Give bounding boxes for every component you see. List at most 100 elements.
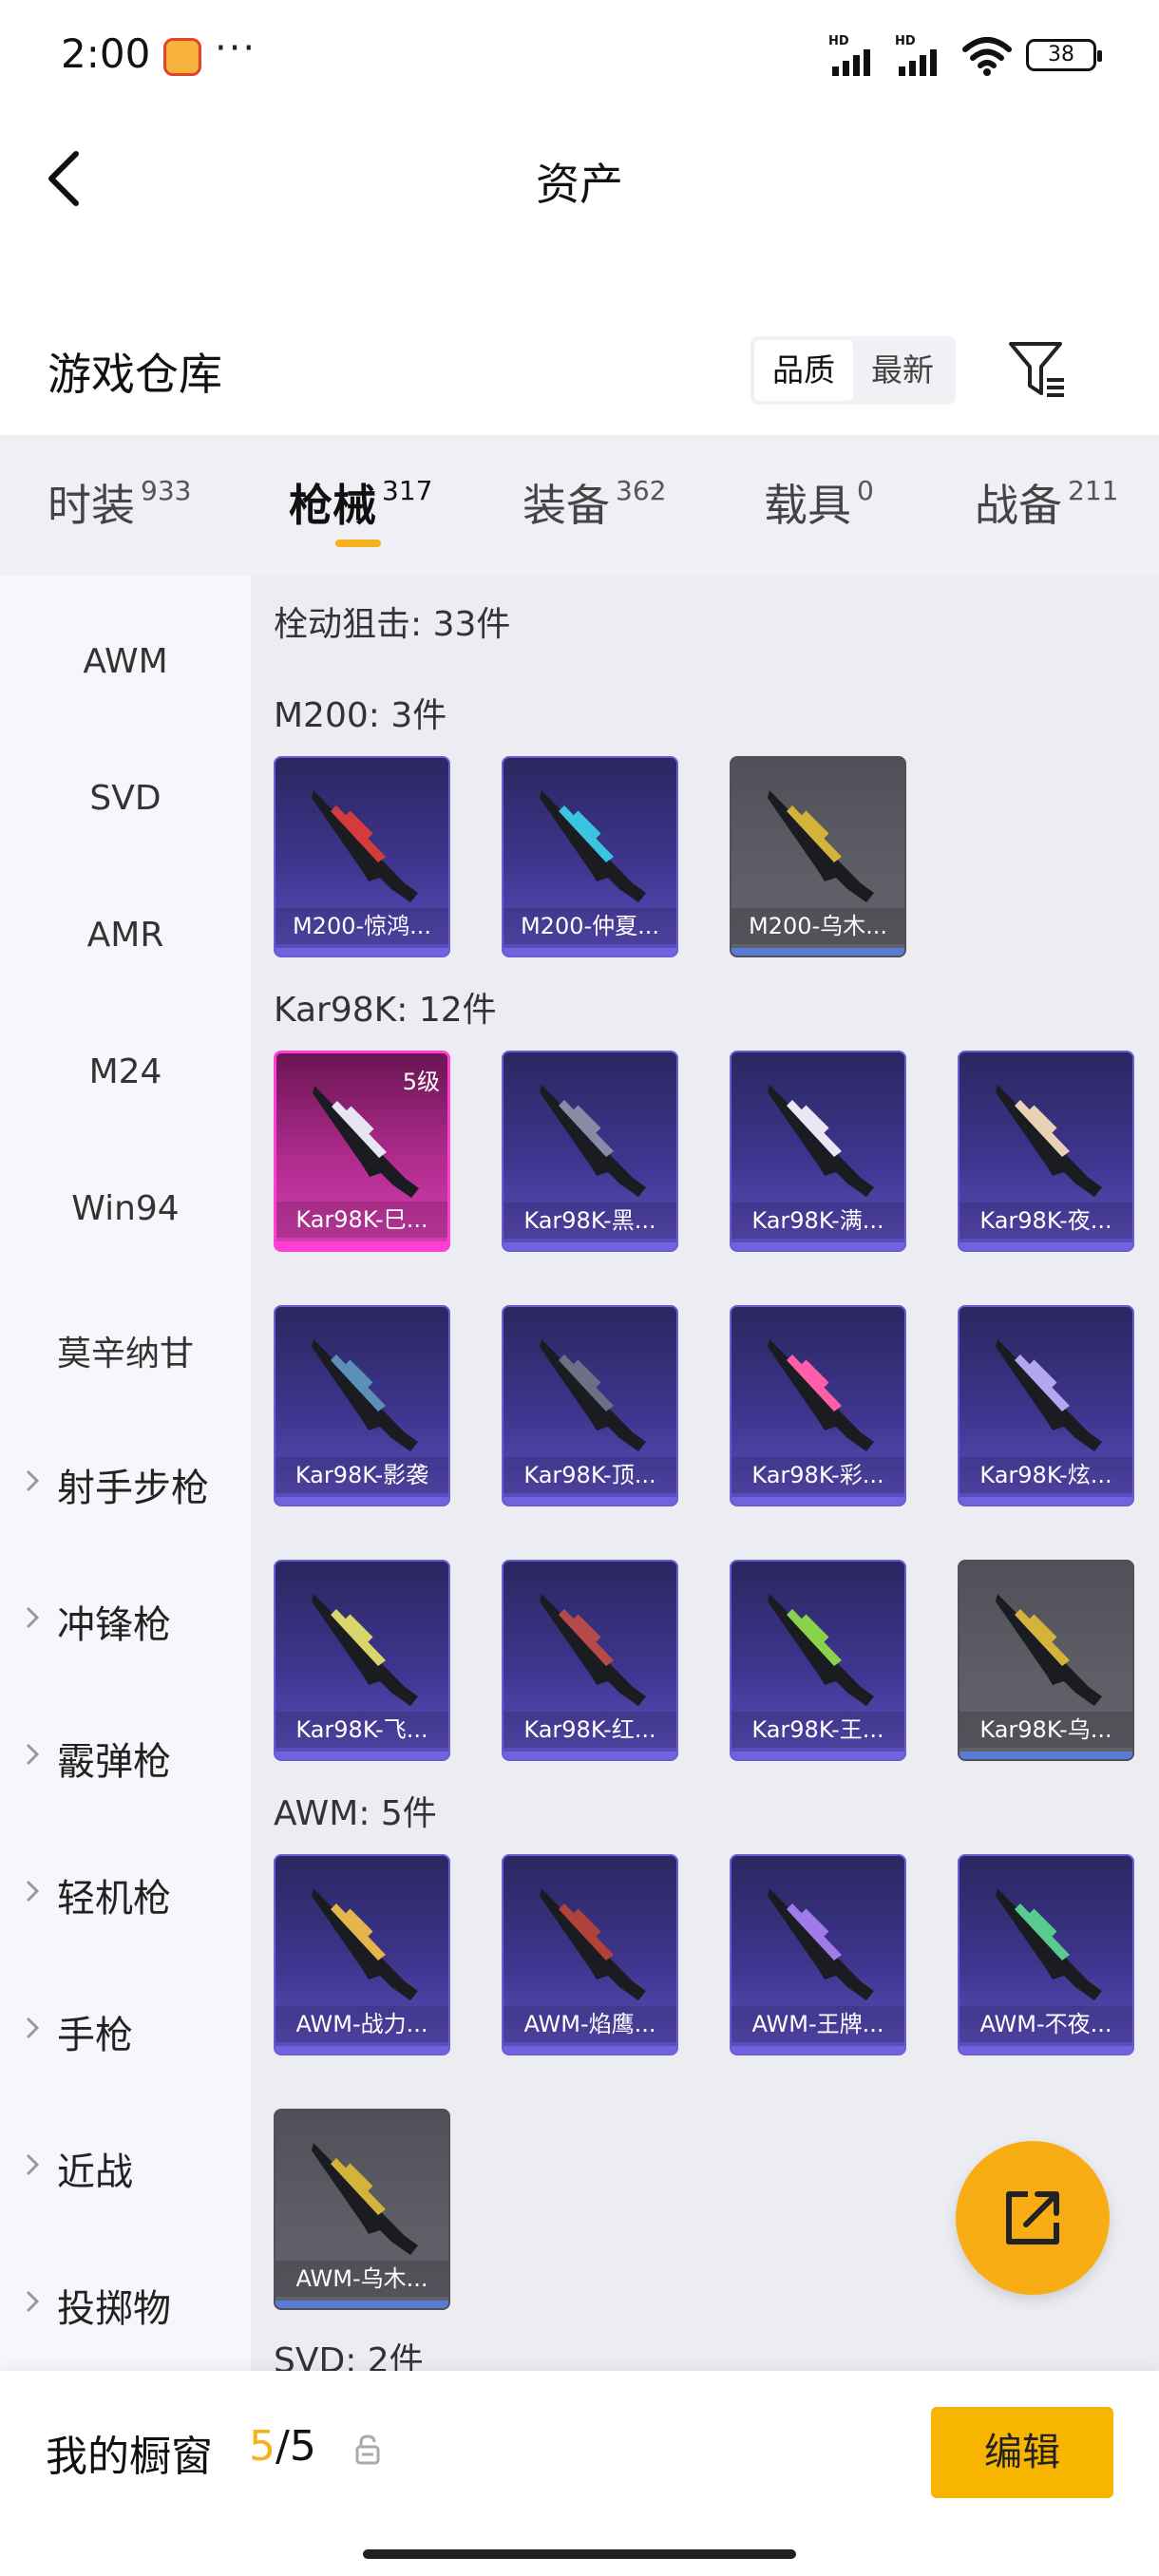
sidebar-group-throwable[interactable]: 投掷物 — [0, 2278, 251, 2333]
share-button[interactable] — [956, 2141, 1110, 2295]
weapon-card[interactable]: Kar98K-满... — [730, 1051, 906, 1252]
rarity-bar — [504, 1752, 676, 1759]
weapon-name: Kar98K-王... — [732, 1712, 904, 1748]
weapon-card[interactable]: Kar98K-炫... — [958, 1305, 1134, 1506]
weapon-sidebar: AWM SVD AMR M24 Win94 莫辛纳甘 射手步枪 冲锋枪 霰弹枪 … — [0, 576, 251, 2371]
active-tab-indicator — [335, 540, 381, 547]
weapon-card[interactable]: M200-惊鸿... — [274, 756, 450, 957]
weapon-card[interactable]: AWM-不夜... — [958, 1854, 1134, 2055]
weapon-card[interactable]: AWM-战力... — [274, 1854, 450, 2055]
rifle-icon — [996, 1085, 1102, 1197]
sidebar-group-shotgun[interactable]: 霰弹枪 — [0, 1731, 251, 1786]
sidebar-group-label: 投掷物 — [57, 2287, 171, 2331]
level-badge: 5级 — [402, 1069, 440, 1095]
status-time: 2:00 — [61, 30, 151, 77]
weapon-card[interactable]: Kar98K-顶... — [502, 1305, 678, 1506]
weapon-card[interactable]: Kar98K-夜... — [958, 1051, 1134, 1252]
sidebar-item-svd[interactable]: SVD — [0, 779, 251, 818]
rifle-icon — [768, 1888, 874, 2000]
weapon-name: Kar98K-巳... — [276, 1202, 447, 1238]
tab-fashion[interactable]: 时装 933 — [48, 471, 191, 534]
rarity-bar — [960, 1752, 1132, 1759]
weapon-card[interactable]: Kar98K-彩... — [730, 1305, 906, 1506]
weapon-card[interactable]: Kar98K-影袭 — [274, 1305, 450, 1506]
rarity-bar — [732, 2046, 904, 2054]
weapon-card[interactable]: Kar98K-黑... — [502, 1051, 678, 1252]
chevron-right-icon — [26, 2290, 40, 2313]
tab-vehicles[interactable]: 载具 0 — [764, 471, 874, 534]
rarity-bar — [732, 1752, 904, 1759]
sidebar-group-lmg[interactable]: 轻机枪 — [0, 1867, 251, 1923]
sidebar-group-smg[interactable]: 冲锋枪 — [0, 1594, 251, 1649]
sidebar-group-label: 手枪 — [57, 2014, 133, 2057]
filter-icon[interactable] — [1007, 338, 1068, 403]
battery-icon: 38 — [1026, 39, 1102, 71]
sidebar-item-awm[interactable]: AWM — [0, 642, 251, 681]
weapon-card[interactable]: AWM-乌木... — [274, 2109, 450, 2310]
tab-combat-gear[interactable]: 战备 211 — [975, 471, 1118, 534]
edit-button[interactable]: 编辑 — [931, 2407, 1113, 2498]
sidebar-item-mosin[interactable]: 莫辛纳甘 — [0, 1326, 251, 1375]
sidebar-item-m24[interactable]: M24 — [0, 1052, 251, 1091]
tab-equipment[interactable]: 装备 362 — [522, 471, 666, 534]
rifle-icon — [768, 1339, 874, 1451]
weapon-name: Kar98K-满... — [732, 1203, 904, 1239]
warehouse-header: 游戏仓库 品质 最新 — [0, 313, 1159, 427]
home-indicator — [363, 2549, 796, 2559]
tab-firearms[interactable]: 枪械 317 — [289, 471, 432, 534]
sidebar-group-label: 霰弹枪 — [57, 1740, 171, 1784]
rifle-icon — [312, 2143, 418, 2255]
weapon-card[interactable]: AWM-王牌... — [730, 1854, 906, 2055]
rarity-bar — [276, 2301, 448, 2308]
weapon-card[interactable]: M200-仲夏... — [502, 756, 678, 957]
tab-count: 362 — [616, 475, 667, 506]
rarity-bar — [732, 948, 904, 956]
rifle-icon — [768, 1085, 874, 1197]
chevron-right-icon — [26, 1880, 40, 1903]
rarity-bar — [960, 1242, 1132, 1250]
weapon-name: AWM-焰鹰... — [504, 2006, 676, 2042]
rifle-icon — [540, 1888, 646, 2000]
weapon-card[interactable]: Kar98K-红... — [502, 1560, 678, 1761]
weapon-name: Kar98K-夜... — [960, 1203, 1132, 1239]
weapon-name: M200-仲夏... — [504, 908, 676, 944]
rifle-icon — [768, 1594, 874, 1706]
weapon-card[interactable]: Kar98K-乌... — [958, 1560, 1134, 1761]
sidebar-item-amr[interactable]: AMR — [0, 916, 251, 955]
rifle-icon — [768, 790, 874, 902]
tab-count: 317 — [382, 475, 433, 506]
weapon-card[interactable]: Kar98K-王... — [730, 1560, 906, 1761]
tab-label: 装备 — [522, 480, 610, 531]
section-label-awm: AWM: 5件 — [274, 1794, 437, 1833]
weapon-card[interactable]: Kar98K-飞... — [274, 1560, 450, 1761]
tab-label: 枪械 — [289, 480, 376, 531]
chevron-right-icon — [26, 1606, 40, 1629]
warehouse-title: 游戏仓库 — [48, 349, 222, 400]
sidebar-group-melee[interactable]: 近战 — [0, 2141, 251, 2196]
tab-count: 211 — [1068, 475, 1119, 506]
tab-label: 载具 — [764, 480, 851, 531]
hd-label-2: HD — [895, 34, 916, 48]
sidebar-group-label: 射手步枪 — [57, 1467, 209, 1510]
sidebar-group-pistol[interactable]: 手枪 — [0, 2004, 251, 2059]
more-notifications-icon: ··· — [215, 27, 257, 70]
rarity-bar — [732, 1242, 904, 1250]
chevron-right-icon — [26, 2153, 40, 2176]
weapon-card[interactable]: 5级 Kar98K-巳... — [274, 1051, 450, 1252]
showcase-count: 5/5 — [249, 2422, 316, 2471]
weapon-card[interactable]: M200-乌木... — [730, 756, 906, 957]
weapon-name: Kar98K-乌... — [960, 1712, 1132, 1748]
sort-newest-button[interactable]: 最新 — [853, 340, 952, 401]
hd-label: HD — [828, 34, 849, 48]
sort-quality-button[interactable]: 品质 — [754, 340, 853, 401]
status-bar: 2:00 ··· HD HD 38 — [0, 0, 1159, 114]
rifle-icon — [996, 1339, 1102, 1451]
weapon-card[interactable]: AWM-焰鹰... — [502, 1854, 678, 2055]
sidebar-group-dmr[interactable]: 射手步枪 — [0, 1457, 251, 1512]
lock-icon — [355, 2434, 380, 2465]
sidebar-group-label: 冲锋枪 — [57, 1603, 171, 1647]
section-label-kar98k: Kar98K: 12件 — [274, 991, 497, 1030]
sidebar-item-win94[interactable]: Win94 — [0, 1189, 251, 1228]
rarity-bar — [504, 1242, 676, 1250]
section-label-svd: SVD: 2件 — [274, 2341, 424, 2371]
